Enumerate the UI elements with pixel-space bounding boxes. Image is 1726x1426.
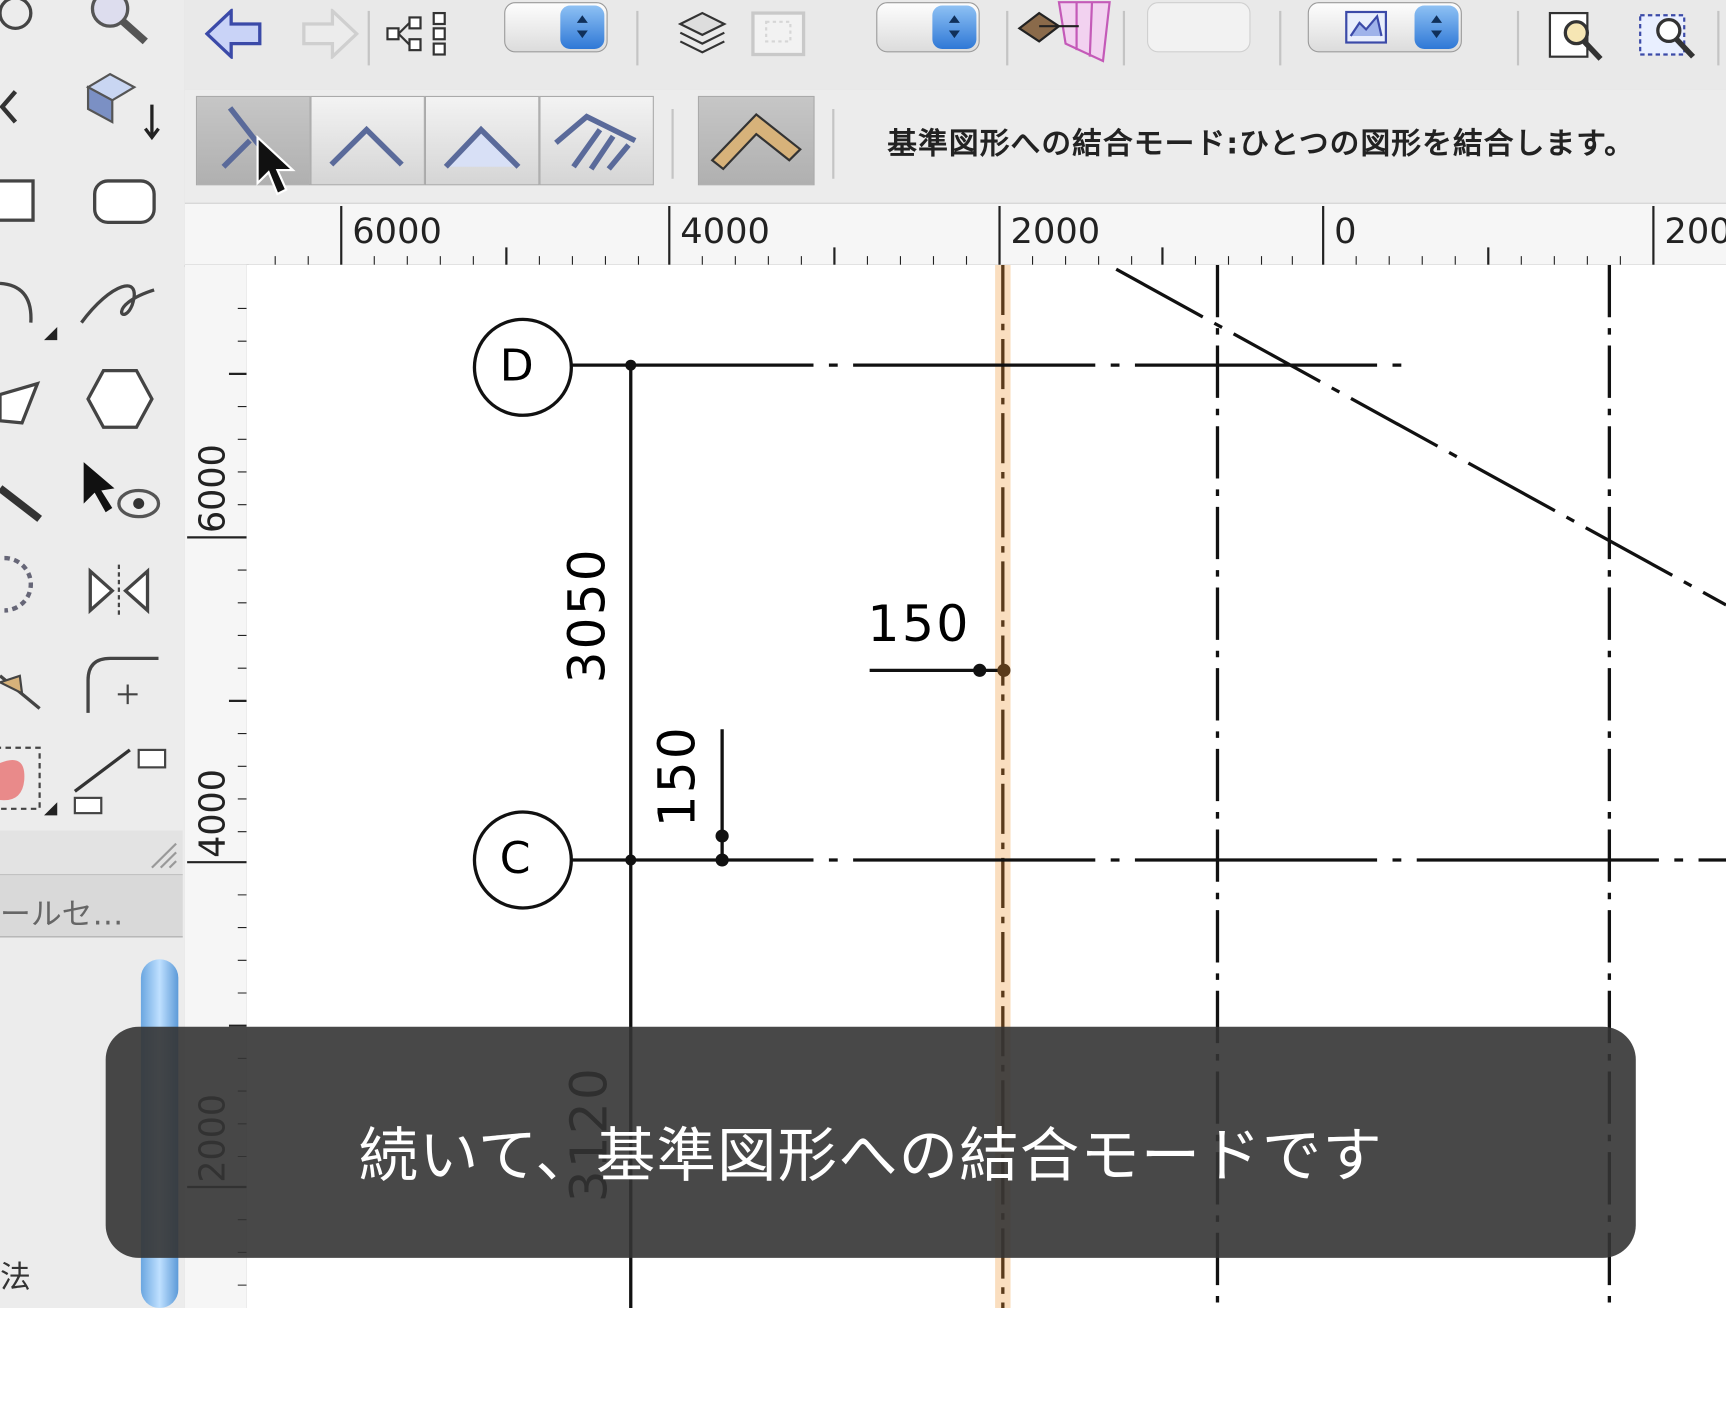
visibility-select-tool-icon[interactable] <box>83 462 161 519</box>
top-toolbar <box>184 0 1726 91</box>
caption-overlay: 続いて、基準図形への結合モードです <box>105 1026 1636 1258</box>
class-popup[interactable] <box>504 2 608 53</box>
eyedropper-tool-icon[interactable] <box>0 0 33 30</box>
dimension-node[interactable] <box>625 359 637 371</box>
tool-icons <box>0 0 167 816</box>
palette-title-bar[interactable]: ールセ… <box>0 875 183 938</box>
grid-label-d: D <box>499 341 534 392</box>
render-mode-popup[interactable] <box>1307 2 1462 53</box>
render-mode-icon <box>1345 10 1388 44</box>
bevel-corner-icon <box>710 112 802 171</box>
diagonal-grid-line[interactable] <box>1115 267 1726 607</box>
sheet-icon[interactable] <box>749 9 808 59</box>
palette-resize-grip[interactable] <box>0 830 183 876</box>
rotate-tool-icon[interactable] <box>4 555 34 613</box>
rounded-rectangle-tool-icon[interactable] <box>93 179 156 224</box>
mouse-pointer-icon <box>256 135 296 196</box>
fillet-tool-icon[interactable] <box>86 656 159 713</box>
dimension-node[interactable] <box>997 663 1011 677</box>
ruler-label: 0 <box>1334 210 1357 252</box>
perspective-icon[interactable] <box>1015 0 1116 63</box>
polygon-tool-icon[interactable] <box>0 381 41 425</box>
back-arrow-icon[interactable] <box>204 8 262 59</box>
ruler-label: 6000 <box>352 210 442 252</box>
popup-spinner-icon <box>560 5 605 50</box>
layers-icon[interactable] <box>676 9 731 59</box>
join-multiple-mode-button[interactable] <box>539 95 654 186</box>
caption-text: 続いて、基準図形への結合モードです <box>358 1121 1383 1191</box>
mode-hint-text: 基準図形への結合モード:ひとつの図形を結合します。 <box>887 127 1635 162</box>
dimension-node[interactable] <box>973 663 987 677</box>
bevel-corner-mode-button[interactable] <box>697 95 815 186</box>
eraser-tool-icon[interactable] <box>0 746 58 816</box>
join-corner-icon <box>443 125 521 169</box>
hierarchy-icon[interactable] <box>385 11 451 59</box>
zoom-tool-icon[interactable] <box>90 0 148 45</box>
layer-push-tool-icon[interactable] <box>85 72 160 141</box>
palette-corner-label: 法 <box>0 1258 31 1295</box>
ruler-label: 2000 <box>1010 210 1101 252</box>
popup-spinner-icon <box>1414 5 1459 50</box>
ruler-label: 6000 <box>191 444 234 534</box>
dimension-150-vertical: 150 <box>647 725 707 828</box>
dimension-node[interactable] <box>625 854 637 866</box>
dimension-3050: 3050 <box>557 547 617 684</box>
freehand-tool-icon[interactable] <box>80 284 155 324</box>
join-corner-mode-button[interactable] <box>424 95 540 186</box>
zoom-fit-icon[interactable] <box>1636 7 1700 64</box>
rectangle-tool-icon[interactable] <box>0 179 35 222</box>
join-two-mode-button[interactable] <box>310 95 425 186</box>
ruler-label: 4000 <box>680 210 770 252</box>
popup-spinner-icon <box>932 5 977 50</box>
forward-arrow-icon[interactable] <box>302 8 359 59</box>
trim-tool-icon[interactable] <box>0 674 41 710</box>
dimension-node[interactable] <box>715 853 729 867</box>
grid-label-c: C <box>499 833 531 884</box>
ruler-label: 200 <box>1664 210 1726 252</box>
move-left-tool-icon[interactable] <box>0 90 18 124</box>
join-two-icon <box>329 125 404 167</box>
dimension-150-horizontal: 150 <box>867 594 971 653</box>
layer-popup[interactable] <box>876 2 980 53</box>
arc-tool-icon[interactable] <box>0 281 58 341</box>
dimension-tool-icon[interactable] <box>73 748 167 815</box>
dimension-node[interactable] <box>715 829 729 843</box>
find-replace-icon[interactable] <box>1546 7 1605 64</box>
resize-grip-icon <box>151 842 177 869</box>
mirror-tool-icon[interactable] <box>88 564 150 617</box>
horizontal-ruler[interactable]: 6000 4000 2000 0 200 <box>184 203 1726 268</box>
line-tool-icon[interactable] <box>0 485 42 522</box>
palette-title: ールセ… <box>0 895 124 932</box>
ruler-label: 4000 <box>191 769 234 858</box>
hexagon-tool-icon[interactable] <box>86 368 154 429</box>
join-multiple-icon <box>554 113 637 171</box>
view-popup[interactable] <box>1147 2 1251 53</box>
